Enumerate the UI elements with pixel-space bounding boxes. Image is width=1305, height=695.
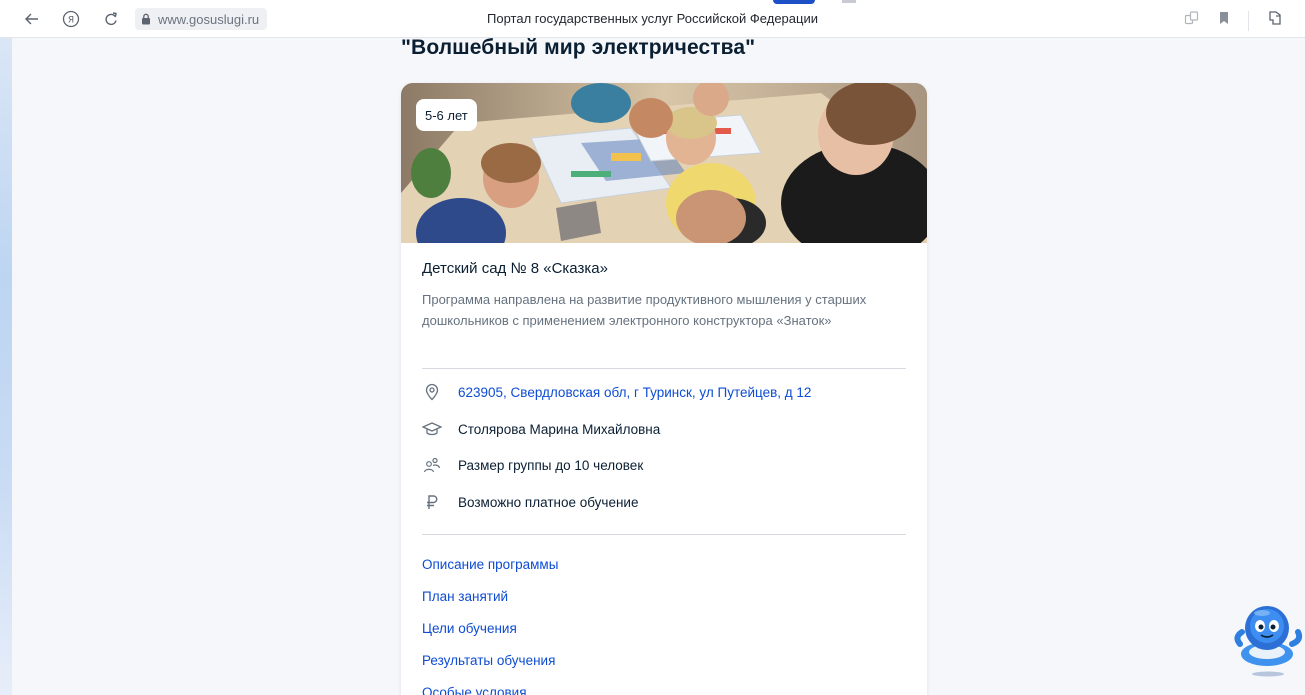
divider bbox=[422, 534, 906, 535]
organization-name: Детский сад № 8 «Сказка» bbox=[422, 260, 608, 277]
page-frame: Я www.gosuslugi.ru Портал государственны… bbox=[0, 0, 1305, 695]
link-learning-results[interactable]: Результаты обучения bbox=[422, 645, 558, 677]
translate-icon[interactable] bbox=[1184, 10, 1200, 31]
graduation-cap-icon bbox=[422, 419, 442, 439]
robot-assistant-icon[interactable] bbox=[1232, 602, 1305, 677]
program-sections-links: Описание программы План занятий Цели обу… bbox=[422, 549, 558, 695]
program-description: Программа направлена на развитие продукт… bbox=[422, 292, 867, 328]
ruble-icon bbox=[422, 492, 442, 512]
back-arrow-icon[interactable] bbox=[22, 9, 42, 29]
location-pin-icon bbox=[422, 382, 442, 402]
address-link[interactable]: 623905, Свердловская обл, г Туринск, ул … bbox=[458, 385, 811, 400]
link-lesson-plan[interactable]: План занятий bbox=[422, 581, 558, 613]
browser-toolbar: Я www.gosuslugi.ru Портал государственны… bbox=[0, 0, 1305, 38]
address-bar[interactable]: www.gosuslugi.ru bbox=[135, 8, 268, 30]
yandex-logo-icon[interactable]: Я bbox=[61, 9, 81, 29]
teacher-row: Столярова Марина Михайловна bbox=[422, 418, 660, 440]
reload-icon[interactable] bbox=[101, 9, 121, 29]
group-size-text: Размер группы до 10 человек bbox=[458, 457, 644, 473]
teacher-name: Столярова Марина Михайловна bbox=[458, 421, 661, 437]
link-program-description[interactable]: Описание программы bbox=[422, 549, 558, 581]
bookmark-icon[interactable] bbox=[1218, 11, 1230, 30]
header-fragment bbox=[842, 0, 856, 3]
link-special-conditions[interactable]: Особые условия bbox=[422, 677, 558, 695]
svg-text:Я: Я bbox=[68, 16, 74, 26]
url-text: www.gosuslugi.ru bbox=[158, 11, 260, 27]
link-learning-goals[interactable]: Цели обучения bbox=[422, 613, 558, 645]
age-badge: 5-6 лет bbox=[416, 99, 477, 131]
program-title: "Волшебный мир электричества" bbox=[401, 36, 756, 59]
browser-page-title: Портал государственных услуг Российской … bbox=[487, 11, 818, 26]
toolbar-divider bbox=[1248, 10, 1249, 31]
payment-text: Возможно платное обучение bbox=[458, 494, 639, 510]
portal-logo-fragment bbox=[773, 0, 815, 4]
desktop-edge bbox=[0, 0, 12, 695]
extensions-icon[interactable] bbox=[1267, 9, 1285, 32]
payment-row: Возможно платное обучение bbox=[422, 491, 638, 513]
program-card: 5-6 лет Детский сад № 8 «Сказка» Програм… bbox=[401, 83, 927, 695]
group-size-row: Размер группы до 10 человек bbox=[422, 454, 643, 476]
lock-icon bbox=[141, 13, 151, 25]
people-icon bbox=[422, 455, 442, 475]
address-row[interactable]: 623905, Свердловская обл, г Туринск, ул … bbox=[422, 381, 811, 403]
divider bbox=[422, 368, 906, 369]
program-photo: 5-6 лет bbox=[401, 83, 927, 243]
